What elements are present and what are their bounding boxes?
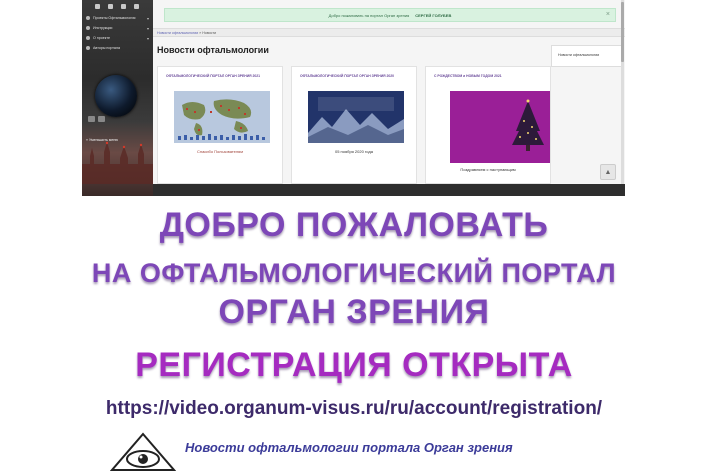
- about-icon: [86, 36, 90, 40]
- alert-text: Добро пожаловать на портал Орган зрения: [328, 12, 410, 18]
- mountains-image: [308, 91, 404, 143]
- sidebar-item-label: О проекте: [93, 36, 110, 40]
- welcome-alert: Добро пожаловать на портал Орган зрения …: [164, 8, 616, 22]
- vk-icon[interactable]: [108, 4, 113, 9]
- footer-news-link[interactable]: Новости офтальмологии портала Орган зрен…: [185, 440, 513, 455]
- sidebar-item-authors[interactable]: Авторы портала: [82, 43, 153, 53]
- christmas-tree-image: [450, 91, 550, 163]
- eye-logo-icon: [110, 432, 176, 471]
- sidebar-item-projects[interactable]: Проекты Офтальмология ▾: [82, 13, 153, 23]
- kremlin-silhouette-image: [82, 141, 153, 184]
- scrollbar-thumb[interactable]: [621, 2, 624, 62]
- sidebar-item-instructions[interactable]: Инструкции ▾: [82, 23, 153, 33]
- news-card[interactable]: С РОЖДЕСТВОМ и НОВЫМ ГОДОМ 2021 Поздравл…: [425, 66, 551, 184]
- chevron-down-icon: ▾: [147, 25, 150, 31]
- card-caption: Спасибо Пользователям: [197, 149, 243, 154]
- news-card[interactable]: ОФТАЛЬМОЛОГИЧЕСКИЙ ПОРТАЛ ОРГАН ЗРЕНИЯ 2…: [157, 66, 283, 184]
- prev-arrow-icon[interactable]: [88, 116, 95, 122]
- chevron-down-icon: ▾: [147, 35, 150, 41]
- chevron-down-icon: ▾: [147, 15, 150, 21]
- card-caption: 05 ноября 2020 года: [335, 149, 373, 154]
- facebook-icon[interactable]: [95, 4, 100, 9]
- sidebar-menu: Проекты Офтальмология ▾ Инструкции ▾ О п…: [82, 13, 153, 53]
- users-icon: [86, 46, 90, 50]
- sidebar-item-about[interactable]: О проекте ▾: [82, 33, 153, 43]
- news-cards: ОФТАЛЬМОЛОГИЧЕСКИЙ ПОРТАЛ ОРГАН ЗРЕНИЯ 2…: [157, 66, 551, 184]
- slider-arrows: [88, 116, 105, 122]
- scroll-to-top-button[interactable]: ▲: [600, 164, 616, 180]
- news-card[interactable]: ОФТАЛЬМОЛОГИЧЕСКИЙ ПОРТАЛ ОРГАН ЗРЕНИЯ 2…: [291, 66, 417, 184]
- registration-url[interactable]: https://video.organum-visus.ru/ru/accoun…: [0, 398, 708, 420]
- main-content: Добро пожаловать на портал Орган зрения …: [153, 0, 625, 184]
- folder-icon: [86, 16, 90, 20]
- breadcrumb-current: Новости: [202, 31, 217, 35]
- registration-open-headline: РЕГИСТРАЦИЯ ОТКРЫТА: [135, 346, 573, 384]
- social-icons: [82, 0, 153, 9]
- instagram-icon[interactable]: [134, 4, 139, 9]
- welcome-headline: ДОБРО ПОЖАЛОВАТЬ: [159, 206, 549, 244]
- globe-image: [95, 75, 137, 117]
- right-sidebar-link[interactable]: Новости офтальмологии: [551, 45, 623, 67]
- next-arrow-icon[interactable]: [98, 116, 105, 122]
- alert-username[interactable]: СЕРГЕЙ ГОЛУБЕВ: [415, 13, 451, 18]
- card-caption: Поздравляем с наступающим: [460, 167, 516, 172]
- breadcrumb: Новости офтальмологии » Новости: [153, 28, 625, 37]
- sidebar-item-label: Инструкции: [93, 26, 113, 30]
- site-footer: [153, 184, 625, 196]
- sidebar-item-label: Авторы портала: [93, 46, 120, 50]
- portal-screenshot: Проекты Офтальмология ▾ Инструкции ▾ О п…: [82, 0, 625, 196]
- info-icon: [86, 26, 90, 30]
- card-title[interactable]: ОФТАЛЬМОЛОГИЧЕСКИЙ ПОРТАЛ ОРГАН ЗРЕНИЯ 2…: [158, 67, 282, 78]
- chevron-up-icon: ▲: [604, 168, 612, 176]
- portal-subheadline: НА ОФТАЛЬМОЛОГИЧЕСКИЙ ПОРТАЛ: [91, 258, 617, 288]
- page-title: Новости офтальмологии: [157, 45, 269, 55]
- page-scrollbar[interactable]: [621, 0, 624, 184]
- sidebar-item-label: Проекты Офтальмология: [93, 16, 136, 20]
- breadcrumb-link[interactable]: Новости офтальмологии: [157, 31, 198, 35]
- world-map-image: [174, 91, 270, 143]
- portal-name-headline: ОРГАН ЗРЕНИЯ: [218, 293, 490, 331]
- card-title[interactable]: С РОЖДЕСТВОМ и НОВЫМ ГОДОМ 2021: [426, 67, 550, 78]
- close-icon[interactable]: ×: [606, 11, 610, 18]
- sidebar: Проекты Офтальмология ▾ Инструкции ▾ О п…: [82, 0, 153, 196]
- twitter-icon[interactable]: [121, 4, 126, 9]
- card-title[interactable]: ОФТАЛЬМОЛОГИЧЕСКИЙ ПОРТАЛ ОРГАН ЗРЕНИЯ 2…: [292, 67, 416, 78]
